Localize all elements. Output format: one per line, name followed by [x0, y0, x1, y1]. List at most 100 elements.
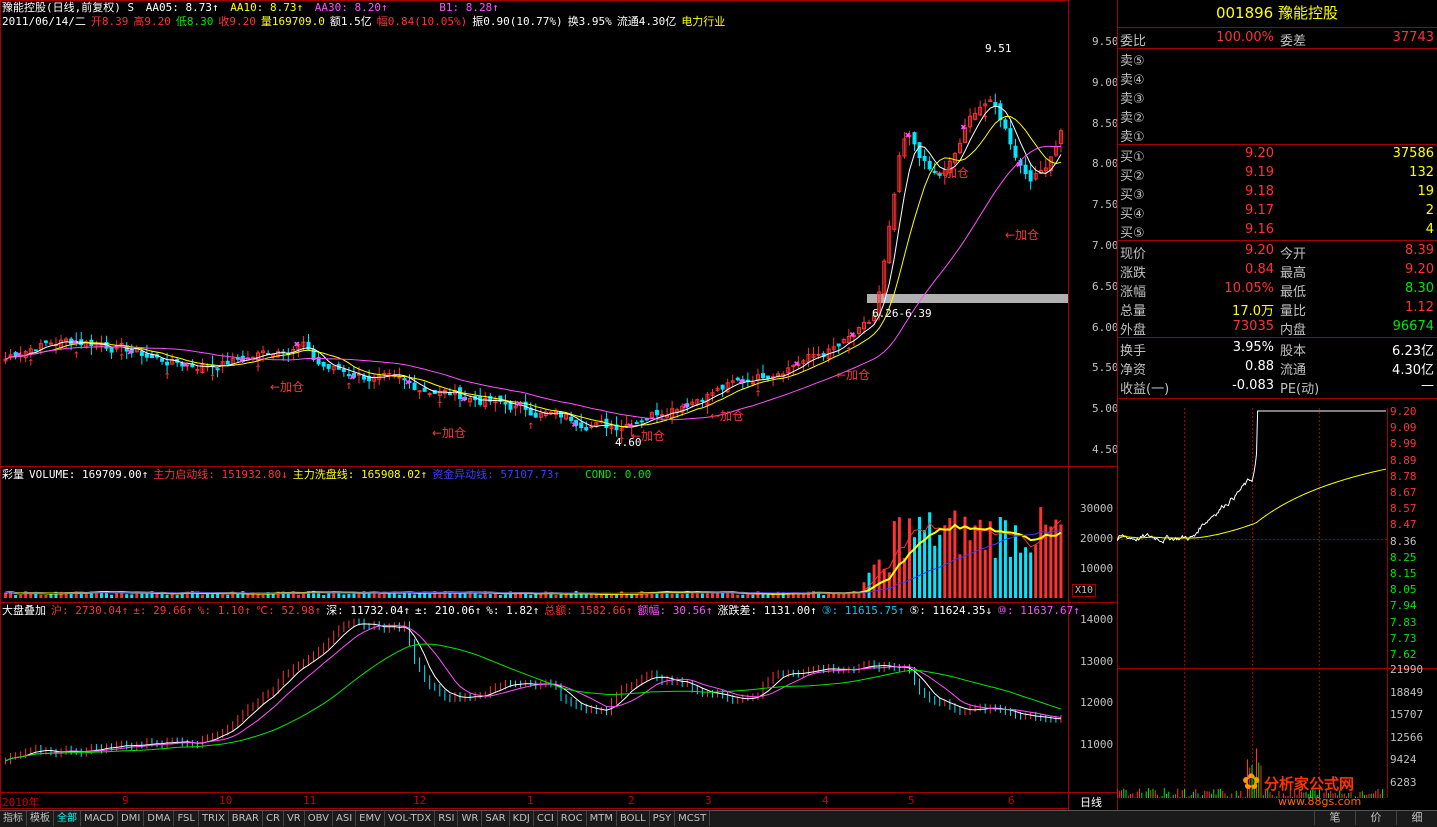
- candle-body: [720, 384, 725, 390]
- turnover: 换3.95%: [567, 15, 612, 28]
- tab-emv[interactable]: EMV: [356, 811, 385, 826]
- candle-body: [816, 353, 821, 356]
- x-mark-icon: ✖: [516, 399, 522, 410]
- detail-tab[interactable]: 笔: [1314, 810, 1355, 825]
- float-shares: 流通4.30亿: [616, 15, 677, 28]
- b1-value: B1: 8.28↑: [439, 1, 499, 14]
- volume-bar: [1019, 552, 1023, 598]
- tab-dmi[interactable]: DMI: [118, 811, 145, 826]
- detail-tab[interactable]: 细: [1396, 810, 1437, 825]
- buy-level-label: 买②: [1120, 169, 1145, 184]
- tab-fsl[interactable]: FSL: [174, 811, 199, 826]
- candle-body: [533, 412, 538, 418]
- volume-bar: [933, 545, 937, 598]
- detail-tab[interactable]: 价: [1355, 810, 1396, 825]
- tab-指标[interactable]: 指标: [0, 811, 27, 826]
- buy-arrow-icon: ↑: [164, 368, 171, 382]
- volume-bar: [746, 594, 750, 598]
- buy-price: 9.20: [1245, 146, 1274, 161]
- tab-模板[interactable]: 模板: [27, 811, 54, 826]
- industry: 电力行业: [681, 15, 726, 28]
- x-mark-icon: ✖: [1016, 160, 1022, 171]
- tab-wr[interactable]: WR: [458, 811, 483, 826]
- volume-bar: [882, 568, 886, 598]
- buy-price: 9.18: [1245, 184, 1274, 199]
- volume-bar: [271, 593, 275, 598]
- time-tick: 1: [527, 794, 534, 807]
- tab-asi[interactable]: ASI: [333, 811, 357, 826]
- sell-level-label: 卖①: [1120, 130, 1145, 145]
- tab-vr[interactable]: VR: [284, 811, 305, 826]
- buy-price: 9.16: [1245, 222, 1274, 237]
- buy-quantity: 132: [1409, 165, 1434, 180]
- kline-chart-area[interactable]: ↑↑ ↑↑ ↑↑↑↑↑↑↑↑↑✖✖✖✖ ✖✖✖ ✖✖ ✖✖ ✖✖✖✖✖✖✖✖: [0, 0, 1117, 810]
- watermark: ✿ 分析家公式网 www.88gs.com: [1242, 770, 1361, 808]
- aa30-value: AA30: 8.20↑: [314, 1, 388, 14]
- tab-obv[interactable]: OBV: [305, 811, 333, 826]
- watermark-cn: 分析家公式网: [1263, 775, 1354, 793]
- stat-value: 9.20: [1405, 262, 1434, 277]
- candle-body: [160, 358, 165, 362]
- volume-bar: [1029, 552, 1033, 598]
- price-tick: 8.00: [1092, 157, 1119, 171]
- sz-index: 深: 11732.04↑: [326, 604, 411, 617]
- minute-price-tick: 8.05: [1390, 583, 1417, 597]
- volume-bar: [200, 594, 204, 598]
- tab-roc[interactable]: ROC: [558, 811, 587, 826]
- volume-bar: [1024, 547, 1028, 598]
- minute-chart[interactable]: [1117, 398, 1437, 810]
- volume-bar: [14, 594, 18, 598]
- tab-vol-tdx[interactable]: VOL-TDX: [385, 811, 436, 826]
- stat-value: 10.05%: [1224, 281, 1274, 296]
- volume-ma-line: [5, 520, 1062, 595]
- period-selector[interactable]: 日线: [1080, 794, 1102, 810]
- volume-bar: [796, 594, 800, 598]
- sz-pct: %: 1.82↑: [486, 604, 540, 617]
- fin-label: 收益(一): [1120, 382, 1170, 397]
- candle-body: [422, 387, 427, 392]
- candle-body: [341, 368, 346, 373]
- volume-bar: [503, 594, 507, 598]
- tab-dma[interactable]: DMA: [144, 811, 175, 826]
- tab-sar[interactable]: SAR: [482, 811, 510, 826]
- tab-trix[interactable]: TRIX: [199, 811, 229, 826]
- volume-bars: [4, 507, 1063, 598]
- tab-rsi[interactable]: RSI: [435, 811, 459, 826]
- tab-cr[interactable]: CR: [263, 811, 284, 826]
- stat-row: 外盘 73035 内盘 96674: [1120, 319, 1434, 338]
- tab-mtm[interactable]: MTM: [587, 811, 617, 826]
- tab-brar[interactable]: BRAR: [229, 811, 263, 826]
- tab-macd[interactable]: MACD: [81, 811, 118, 826]
- tab-kdj[interactable]: KDJ: [510, 811, 534, 826]
- price-tick: 6.00: [1092, 320, 1119, 334]
- ohlc-line: 2011/06/14/二 开8.39 高9.20 低8.30 收9.20 量169709.…: [2, 15, 730, 28]
- volume-bar: [529, 594, 533, 598]
- tab-psy[interactable]: PSY: [650, 811, 676, 826]
- index-overlay: [5, 618, 1062, 765]
- volume-bar: [322, 594, 326, 598]
- buy-arrow-icon: ↑: [73, 347, 80, 361]
- buy-quantity: 4: [1425, 222, 1434, 237]
- tab-cci[interactable]: CCI: [534, 811, 558, 826]
- tab-boll[interactable]: BOLL: [617, 811, 650, 826]
- volume-bar: [221, 594, 225, 598]
- x-mark-icon: ✖: [794, 359, 800, 370]
- gap-label: 6.26-6.39: [872, 307, 932, 320]
- volume-bar: [958, 554, 962, 598]
- x-mark-icon: ✖: [849, 330, 855, 341]
- volume-bar: [130, 594, 134, 598]
- volume-bar: [963, 516, 967, 598]
- main-start-line: 主力启动线: 151932.80↓: [153, 468, 288, 481]
- volume-header: 彩量 VOLUME: 169709.00↑ 主力启动线: 151932.80↓ 主力洗…: [2, 468, 656, 481]
- minute-price-tick: 8.36: [1390, 534, 1417, 548]
- volume-value: VOLUME: 169709.00↑: [29, 468, 149, 481]
- tab-mcst[interactable]: MCST: [675, 811, 711, 826]
- volume-bar: [498, 595, 502, 598]
- stat-label: 最低: [1280, 285, 1307, 300]
- minute-volume-tick: 15707: [1390, 708, 1424, 721]
- volume-bar: [635, 594, 639, 598]
- tab-全部[interactable]: 全部: [54, 811, 81, 826]
- fin-label: 净资: [1120, 363, 1147, 378]
- sell-level-label: 卖②: [1120, 111, 1145, 126]
- high-label: 9.51: [985, 42, 1012, 55]
